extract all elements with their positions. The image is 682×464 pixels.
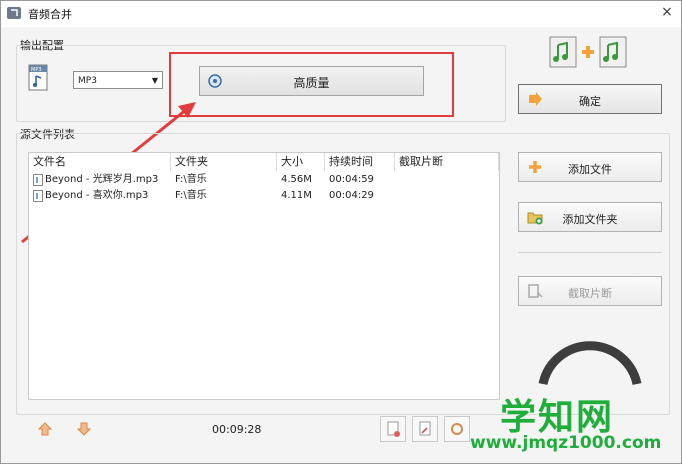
audio-file-icon bbox=[33, 190, 43, 202]
file-name: Beyond - 光辉岁月.mp3 bbox=[45, 174, 159, 185]
clip-button[interactable]: 截取片断 bbox=[518, 276, 662, 306]
audio-file-icon bbox=[33, 174, 43, 186]
gear-icon bbox=[451, 423, 463, 435]
move-down-icon[interactable] bbox=[77, 422, 91, 436]
add-file-label: 添加文件 bbox=[568, 163, 612, 176]
column-header-folder[interactable]: 文件夹 bbox=[171, 153, 277, 171]
confirm-label: 确定 bbox=[579, 95, 601, 108]
table-row[interactable]: Beyond - 光辉岁月.mp3 F:\音乐 4.56M 00:04:59 bbox=[29, 172, 499, 188]
file-folder: F:\音乐 bbox=[175, 190, 207, 201]
file-name: Beyond - 喜欢你.mp3 bbox=[45, 190, 149, 201]
total-duration: 00:09:28 bbox=[212, 423, 262, 436]
move-up-icon[interactable] bbox=[38, 422, 52, 436]
file-size: 4.11M bbox=[281, 190, 312, 201]
column-header-duration[interactable]: 持续时间 bbox=[325, 153, 395, 171]
add-folder-label: 添加文件夹 bbox=[562, 213, 618, 226]
column-header-size[interactable]: 大小 bbox=[277, 153, 325, 171]
remove-file-button[interactable] bbox=[380, 416, 406, 442]
clip-label: 截取片断 bbox=[568, 287, 612, 300]
column-header-clip[interactable]: 截取片断 bbox=[395, 153, 499, 171]
file-table[interactable]: 文件名 文件夹 大小 持续时间 截取片断 Beyond - 光辉岁月.mp3 F… bbox=[28, 152, 500, 400]
file-duration: 00:04:59 bbox=[329, 174, 374, 185]
table-row[interactable]: Beyond - 喜欢你.mp3 F:\音乐 4.11M 00:04:29 bbox=[29, 188, 499, 204]
file-size: 4.56M bbox=[281, 174, 312, 185]
remove-file-icon bbox=[387, 421, 400, 437]
watermark-url: www.jmqz1000.com bbox=[470, 433, 662, 453]
merge-audio-icon bbox=[549, 36, 627, 68]
add-file-button[interactable]: 添加文件 bbox=[518, 152, 662, 182]
divider bbox=[518, 252, 662, 253]
clear-list-button[interactable] bbox=[412, 416, 438, 442]
file-folder: F:\音乐 bbox=[175, 174, 207, 185]
clear-list-icon bbox=[419, 421, 431, 436]
file-duration: 00:04:29 bbox=[329, 190, 374, 201]
column-header-name[interactable]: 文件名 bbox=[29, 153, 171, 171]
vinyl-disc-icon bbox=[538, 341, 642, 386]
add-folder-button[interactable]: 添加文件夹 bbox=[518, 202, 662, 232]
settings-button[interactable] bbox=[444, 416, 470, 442]
confirm-button[interactable]: 确定 bbox=[518, 84, 662, 114]
